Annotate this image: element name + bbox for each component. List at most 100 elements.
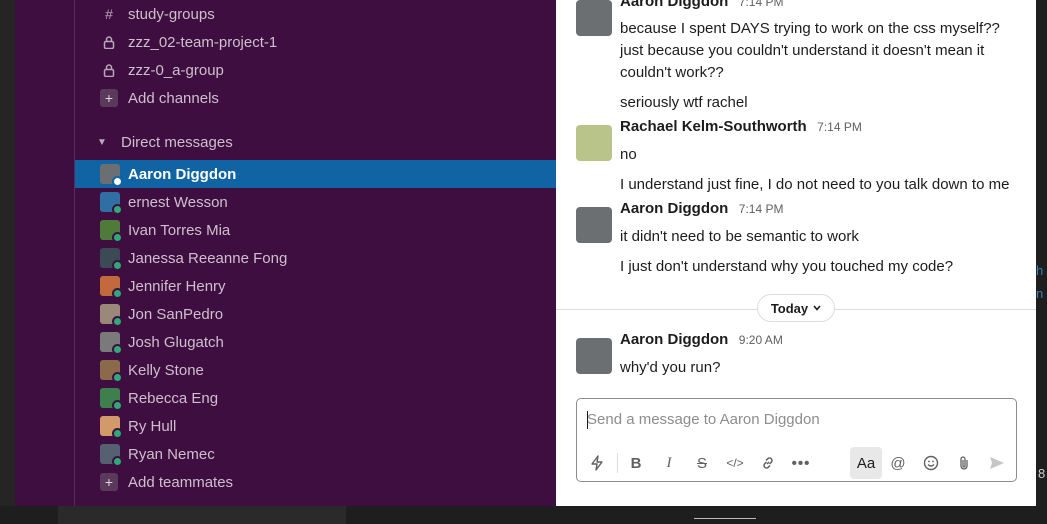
sidebar-dm-item[interactable]: Ry Hull (75, 412, 556, 440)
add-teammates-button[interactable]: + Add teammates (75, 468, 556, 496)
message-input[interactable]: Send a message to Aaron Diggdon (587, 411, 820, 428)
avatar (100, 332, 123, 355)
timestamp[interactable]: 9:20 AM (739, 333, 783, 347)
italic-icon[interactable]: I (655, 449, 683, 477)
direct-messages-header[interactable]: ▼ Direct messages (75, 128, 556, 156)
avatar (100, 220, 123, 243)
sender-name[interactable]: Rachael Kelm-Southworth (620, 118, 807, 135)
link-icon[interactable] (754, 449, 782, 477)
background-right: h n 8 (1036, 0, 1047, 524)
dm-label: Jennifer Henry (128, 277, 226, 295)
shortcuts-icon[interactable] (583, 449, 611, 477)
avatar[interactable] (576, 207, 612, 243)
avatar (100, 164, 123, 187)
avatar (100, 192, 123, 215)
sidebar-dm-item[interactable]: Josh Glugatch (75, 328, 556, 356)
timestamp[interactable]: 7:14 PM (739, 202, 784, 216)
sidebar-dm-item[interactable]: Janessa Reeanne Fong (75, 244, 556, 272)
sidebar-dm-item[interactable]: Kelly Stone (75, 356, 556, 384)
sender-name[interactable]: Aaron Diggdon (620, 331, 728, 348)
timestamp[interactable]: 7:14 PM (739, 0, 784, 9)
avatar[interactable] (576, 0, 612, 36)
sender-name[interactable]: Aaron Diggdon (620, 200, 728, 217)
message-text: couldn't work?? (620, 64, 724, 81)
attach-icon[interactable] (950, 449, 978, 477)
timestamp[interactable]: 7:14 PM (817, 120, 862, 134)
sidebar-dm-item[interactable]: Ivan Torres Mia (75, 216, 556, 244)
add-channels-button[interactable]: + Add channels (75, 84, 556, 112)
presence-indicator (112, 176, 123, 187)
presence-indicator (112, 288, 123, 299)
background-left (0, 0, 15, 506)
background-peek-text: h (1036, 263, 1044, 278)
background-bottom (0, 506, 1047, 524)
message-header: Aaron Diggdon 7:14 PM (620, 200, 783, 218)
message-text: no (620, 146, 637, 163)
dm-label: Ry Hull (128, 417, 177, 435)
message-header: Aaron Diggdon 9:20 AM (620, 331, 783, 349)
message-pane: Aaron Diggdon 7:14 PM because I spent DA… (556, 0, 1036, 506)
add-channels-label: Add channels (128, 89, 219, 107)
caret-down-icon: ▼ (97, 136, 107, 148)
avatar (100, 248, 123, 271)
sidebar-dm-item[interactable]: Jennifer Henry (75, 272, 556, 300)
message-composer[interactable]: Send a message to Aaron Diggdon B I S </… (576, 398, 1017, 482)
date-divider-button[interactable]: Today (757, 294, 835, 322)
avatar (100, 444, 123, 467)
sidebar-dm-item[interactable]: Aaron Diggdon (75, 160, 556, 188)
avatar (100, 360, 123, 383)
sidebar-channel-zzz-0-a-group[interactable]: zzz-0_a-group (75, 56, 556, 84)
code-icon[interactable]: </> (721, 449, 749, 477)
message-header: Rachael Kelm-Southworth 7:14 PM (620, 118, 862, 136)
dm-label: Josh Glugatch (128, 333, 224, 351)
strikethrough-icon[interactable]: S (688, 449, 716, 477)
presence-indicator (112, 456, 123, 467)
dm-label: Jon SanPedro (128, 305, 224, 323)
dm-label: Janessa Reeanne Fong (128, 249, 288, 267)
lock-icon (100, 33, 118, 51)
workspace-rail (15, 0, 75, 506)
sidebar-dm-item[interactable]: ernest Wesson (75, 188, 556, 216)
presence-indicator (112, 316, 123, 327)
dm-label: Kelly Stone (128, 361, 204, 379)
message-header: Aaron Diggdon 7:14 PM (620, 0, 783, 11)
avatar[interactable] (576, 125, 612, 161)
formatting-icon[interactable]: Aa (850, 447, 882, 479)
background-file-tab (58, 506, 346, 524)
message-text: because I spent DAYS trying to work on t… (620, 20, 1000, 37)
sender-name[interactable]: Aaron Diggdon (620, 0, 728, 10)
sidebar-channel-zzz-02-team-project-1[interactable]: zzz_02-team-project-1 (75, 28, 556, 56)
slack-window: # study-groups zzz_02-team-project-1 zzz… (15, 0, 1036, 506)
channel-label: zzz_02-team-project-1 (128, 33, 278, 51)
presence-indicator (112, 204, 123, 215)
avatar[interactable] (576, 338, 612, 374)
dm-label: ernest Wesson (128, 193, 228, 211)
dm-label: Ryan Nemec (128, 445, 215, 463)
message-text: just because you couldn't understand it … (620, 42, 985, 59)
channel-label: study-groups (128, 5, 215, 23)
presence-indicator (112, 372, 123, 383)
presence-indicator (112, 344, 123, 355)
background-peek-text: n (1036, 286, 1044, 301)
sidebar-dm-item[interactable]: Ryan Nemec (75, 440, 556, 468)
sidebar-dm-item[interactable]: Rebecca Eng (75, 384, 556, 412)
send-icon[interactable] (983, 449, 1011, 477)
date-divider-label: Today (770, 300, 809, 316)
plus-icon: + (100, 473, 118, 491)
presence-indicator (112, 260, 123, 271)
avatar (100, 416, 123, 439)
toolbar-divider (617, 453, 618, 473)
lock-icon (100, 61, 118, 79)
bold-icon[interactable]: B (622, 449, 650, 477)
more-icon[interactable]: ••• (787, 449, 815, 477)
sidebar-dm-item[interactable]: Jon SanPedro (75, 300, 556, 328)
aa-label: Aa (856, 454, 876, 472)
mention-icon[interactable]: @ (884, 449, 912, 477)
sidebar: # study-groups zzz_02-team-project-1 zzz… (75, 0, 556, 506)
text-cursor (587, 411, 588, 429)
emoji-icon[interactable] (917, 449, 945, 477)
dm-label: Ivan Torres Mia (128, 221, 231, 239)
sidebar-channel-study-groups[interactable]: # study-groups (75, 0, 556, 28)
message-text: it didn't need to be semantic to work (620, 228, 859, 245)
avatar (100, 388, 123, 411)
